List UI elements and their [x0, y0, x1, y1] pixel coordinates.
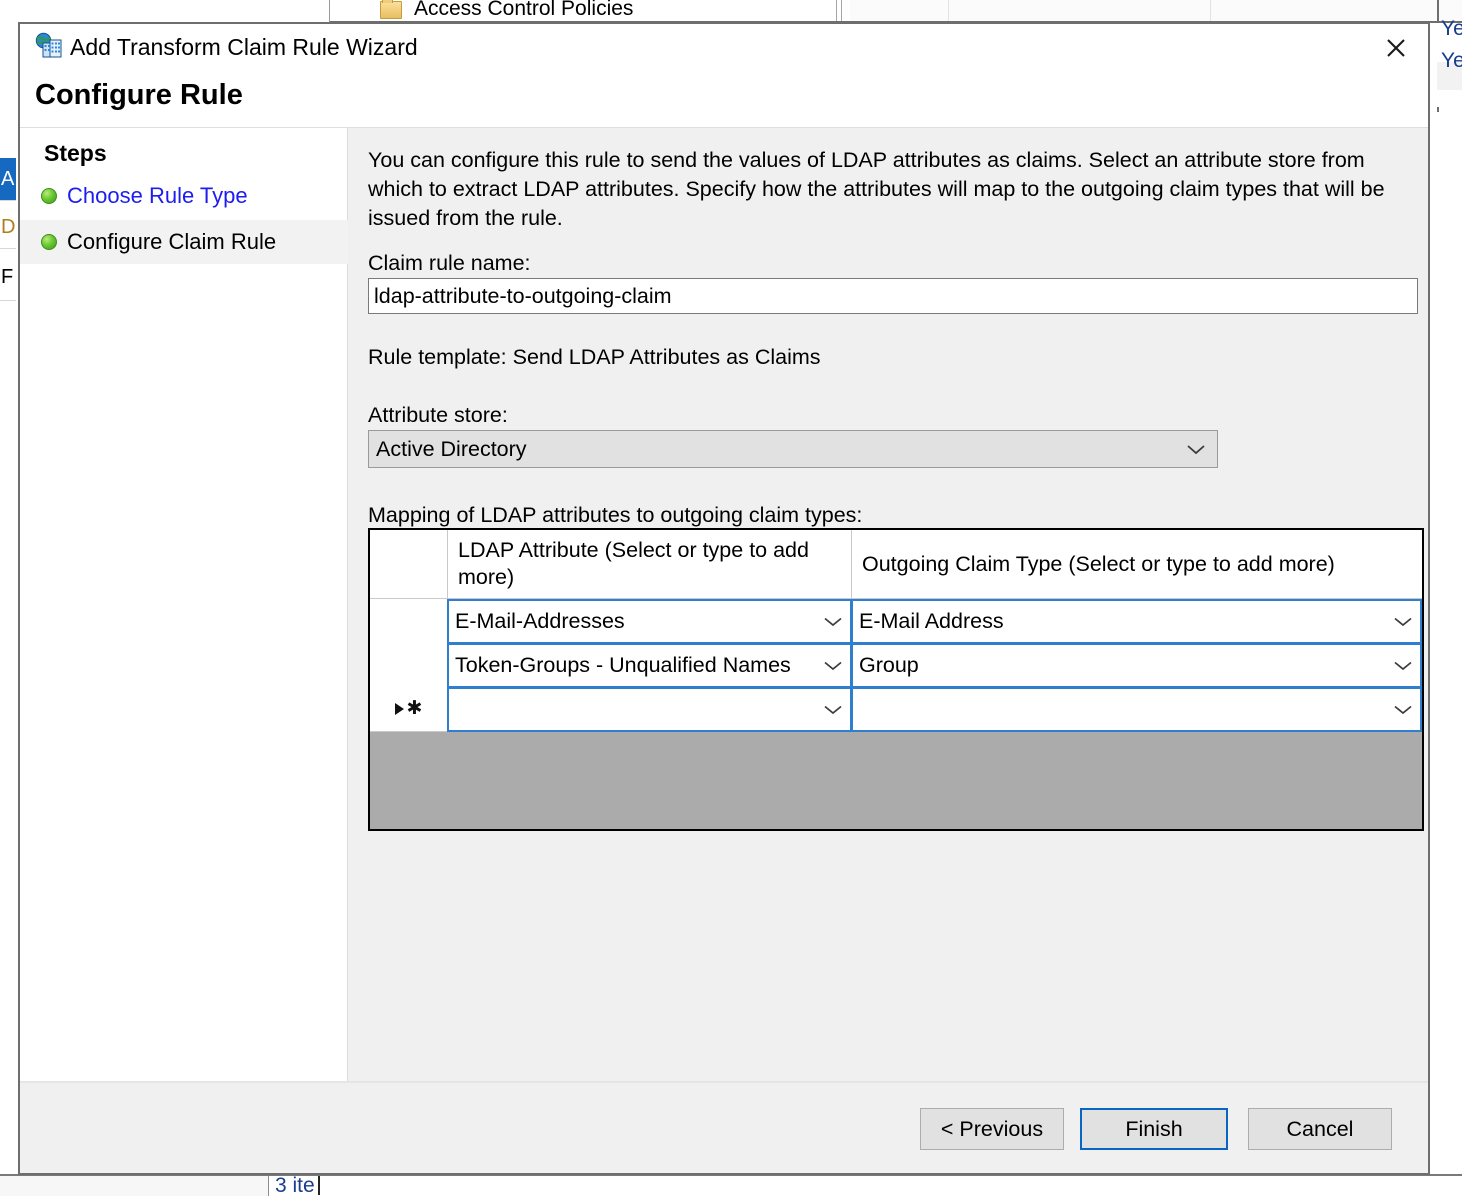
cell-value: E-Mail-Addresses	[455, 609, 625, 633]
sidebar-item-label: Configure Claim Rule	[67, 229, 277, 254]
folder-icon	[380, 0, 402, 19]
console-tree-divider	[0, 248, 16, 249]
console-splitter[interactable]	[841, 0, 842, 22]
attribute-store-select[interactable]: Active Directory	[368, 430, 1218, 468]
outgoing-claim-type-select[interactable]: E-Mail Address	[851, 599, 1422, 644]
row-selector-cell[interactable]	[370, 599, 448, 644]
intro-description: You can configure this rule to send the …	[368, 148, 1385, 230]
grid-header-row: LDAP Attribute (Select or type to add mo…	[370, 530, 1422, 598]
console-status-item-count: 3 ite	[275, 1174, 315, 1196]
console-tree-divider	[0, 300, 16, 301]
chevron-down-icon	[1386, 615, 1420, 628]
row-selector-cell[interactable]	[370, 643, 448, 688]
outgoing-claim-type-select[interactable]	[851, 687, 1422, 732]
console-list-cell-enabled-1[interactable]: Ye	[1441, 16, 1462, 42]
sidebar-item-label: Choose Rule Type	[67, 183, 248, 208]
table-row-new[interactable]: ✱	[370, 687, 1422, 732]
close-icon[interactable]	[1368, 26, 1424, 70]
grid-header-ldap-attribute[interactable]: LDAP Attribute (Select or type to add mo…	[448, 530, 852, 598]
steps-sidebar: Steps Choose Rule Type Configure Claim R…	[20, 128, 348, 1081]
page-heading-area: Configure Rule	[20, 71, 1428, 127]
steps-heading: Steps	[44, 140, 107, 166]
console-status-left-band	[0, 1176, 268, 1196]
configure-rule-panel: You can configure this rule to send the …	[348, 128, 1428, 1081]
console-tree-selected-label: A	[1, 168, 15, 190]
grid-header-rowselect	[370, 530, 448, 598]
cell-value: Token-Groups - Unqualified Names	[455, 653, 791, 677]
grid-header-outgoing-claim-type[interactable]: Outgoing Claim Type (Select or type to a…	[852, 530, 1422, 598]
new-row-arrow-asterisk-icon: ✱	[394, 699, 422, 718]
previous-button[interactable]: < Previous	[920, 1108, 1064, 1150]
adfs-trust-icon	[34, 32, 64, 62]
page-title: Configure Rule	[35, 79, 243, 111]
console-list-header	[850, 0, 1462, 22]
chevron-down-icon	[816, 615, 850, 628]
mapping-label: Mapping of LDAP attributes to outgoing c…	[368, 503, 863, 527]
table-row[interactable]: E-Mail-Addresses E-Mail Address	[370, 599, 1422, 644]
chevron-down-icon	[1386, 703, 1420, 716]
sidebar-item-configure-claim-rule[interactable]: Configure Claim Rule	[20, 220, 348, 264]
grid-header-label: Outgoing Claim Type (Select or type to a…	[862, 551, 1335, 576]
console-status-divider	[268, 1176, 269, 1196]
screen: A D F Access Control Policies Ye Ye 3 it…	[0, 0, 1462, 1196]
dialog-title-bar: Add Transform Claim Rule Wizard	[20, 24, 1428, 71]
ldap-attribute-select[interactable]: Token-Groups - Unqualified Names	[447, 643, 852, 688]
cell-value: Group	[859, 653, 919, 677]
console-status-caret	[318, 1176, 320, 1195]
ldap-attribute-select[interactable]	[447, 687, 852, 732]
table-row[interactable]: Token-Groups - Unqualified Names Group	[370, 643, 1422, 688]
outgoing-claim-type-select[interactable]: Group	[851, 643, 1422, 688]
chevron-down-icon	[1175, 442, 1217, 456]
attribute-store-value: Active Directory	[376, 436, 527, 461]
console-tree-item-access-control-policies[interactable]: Access Control Policies	[414, 0, 633, 22]
claim-rule-name-input[interactable]	[368, 278, 1418, 314]
cancel-button[interactable]: Cancel	[1248, 1108, 1392, 1150]
chevron-down-icon	[816, 659, 850, 672]
grid-header-label: LDAP Attribute (Select or type to add mo…	[458, 538, 809, 589]
console-list-cell-enabled-2[interactable]: Ye	[1441, 48, 1462, 74]
new-row-indicator[interactable]: ✱	[370, 687, 448, 732]
sidebar-item-choose-rule-type[interactable]: Choose Rule Type	[20, 174, 348, 218]
ldap-mapping-grid[interactable]: LDAP Attribute (Select or type to add mo…	[368, 528, 1424, 831]
footer-divider	[20, 1082, 1428, 1083]
dialog-footer: < Previous Finish Cancel	[20, 1081, 1428, 1173]
console-tree-divider	[0, 200, 16, 201]
chevron-down-icon	[816, 703, 850, 716]
rule-template-text: Rule template: Send LDAP Attributes as C…	[368, 345, 821, 369]
dialog-title: Add Transform Claim Rule Wizard	[70, 34, 418, 60]
step-complete-icon	[41, 234, 57, 250]
console-list-header-separator	[1210, 0, 1211, 22]
attribute-store-label: Attribute store:	[368, 403, 508, 427]
cell-value: E-Mail Address	[859, 609, 1004, 633]
add-transform-claim-rule-wizard-dialog: Add Transform Claim Rule Wizard Configur…	[18, 22, 1430, 1175]
claim-rule-name-label: Claim rule name:	[368, 251, 531, 275]
console-list-header-separator	[948, 0, 949, 22]
finish-button[interactable]: Finish	[1080, 1108, 1228, 1150]
dialog-body: Steps Choose Rule Type Configure Claim R…	[20, 128, 1428, 1081]
console-splitter[interactable]	[836, 0, 837, 22]
ldap-attribute-select[interactable]: E-Mail-Addresses	[447, 599, 852, 644]
chevron-down-icon	[1386, 659, 1420, 672]
step-complete-icon	[41, 188, 57, 204]
